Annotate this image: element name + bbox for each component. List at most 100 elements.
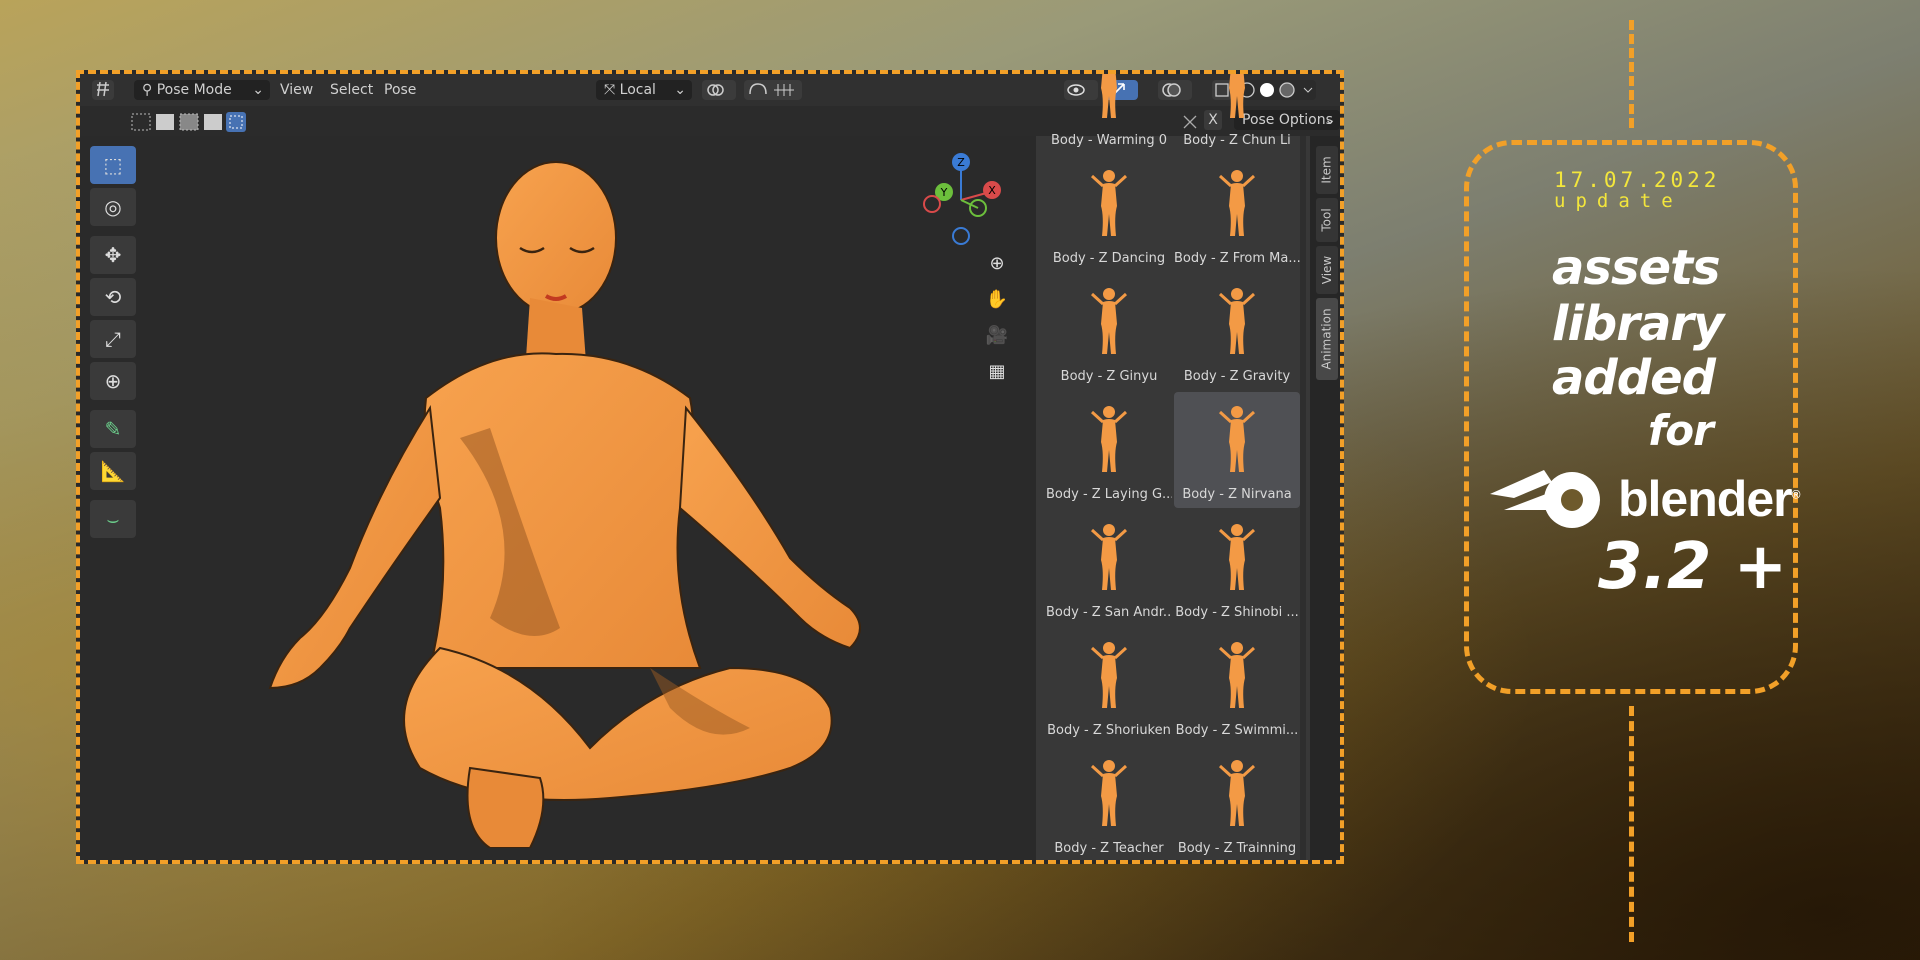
transform-icon: ⊕ bbox=[104, 369, 122, 393]
pose-thumbnail-icon bbox=[1090, 288, 1128, 354]
cursor-tool[interactable]: ◎ bbox=[90, 188, 136, 226]
zoom-icon[interactable]: ⊕ bbox=[982, 248, 1012, 278]
navigation-gizmo[interactable]: Z X Y bbox=[916, 150, 1006, 250]
pose-thumbnail-icon bbox=[1090, 170, 1128, 236]
pose-thumbnail-icon bbox=[1090, 642, 1128, 708]
sidebar-tabs: Item Tool View Animation bbox=[1310, 136, 1340, 860]
blender-window: ⚲ Pose Mode ⌄ View Select Pose ⤧ Local ⌄ bbox=[76, 70, 1344, 864]
gizmo-z-label: Z bbox=[957, 156, 965, 169]
asset-label: Body - Z Swimmi... bbox=[1175, 723, 1299, 738]
menu-select[interactable]: Select bbox=[330, 80, 373, 100]
transform-orientation-dropdown[interactable]: ⤧ Local ⌄ bbox=[596, 80, 692, 100]
grid-icon[interactable]: ▦ bbox=[982, 356, 1012, 386]
tab-animation[interactable]: Animation bbox=[1316, 298, 1338, 380]
menu-view[interactable]: View bbox=[280, 80, 313, 100]
rotate-icon: ⟲ bbox=[104, 285, 122, 309]
asset-label: Body - Z Dancing bbox=[1052, 251, 1166, 266]
pencil-icon: ✎ bbox=[104, 417, 122, 441]
registered-mark: ® bbox=[1791, 487, 1801, 502]
posed-character bbox=[268, 161, 861, 848]
asset-label: Body - Warming 0 bbox=[1050, 133, 1168, 148]
promo-line-library: library bbox=[1552, 296, 1724, 352]
promo-update: update bbox=[1554, 190, 1683, 212]
curve-icon: ⌣ bbox=[106, 507, 120, 531]
promo-line-for: for bbox=[1648, 406, 1714, 455]
asset-label: Body - Z Nirvana bbox=[1182, 487, 1292, 502]
asset-label: Body - Z From Ma... bbox=[1174, 251, 1300, 266]
pose-thumbnail-icon bbox=[1218, 524, 1256, 590]
gizmo-x-label: X bbox=[988, 184, 996, 197]
annotate-tool[interactable]: ✎ bbox=[90, 410, 136, 448]
move-tool[interactable]: ✥ bbox=[90, 236, 136, 274]
asset-label: Body - Z Laying G... bbox=[1046, 487, 1172, 502]
pose-thumbnail-icon bbox=[1101, 74, 1117, 118]
chevron-down-icon: ⌄ bbox=[674, 82, 686, 98]
cursor-icon: ⬚ bbox=[103, 153, 123, 177]
asset-label: Body - Z Gravity bbox=[1183, 369, 1291, 384]
chevron-down-icon: ⌄ bbox=[1324, 112, 1336, 128]
asset-item[interactable]: Body - Z From Ma... bbox=[1174, 156, 1300, 272]
pose-thumbnail-icon bbox=[1229, 74, 1245, 118]
toolbar: ⬚ ◎ ✥ ⟲ ⤢ ⊕ ✎ 📐 ⌣ bbox=[90, 146, 138, 542]
asset-label: Body - Z San Andr... bbox=[1046, 605, 1172, 620]
asset-label: Body - Z Shinobi ... bbox=[1175, 605, 1299, 620]
selection-mode-icons[interactable] bbox=[130, 112, 246, 132]
asset-item[interactable]: Body - Z Teacher bbox=[1046, 746, 1172, 860]
editor-type-icon[interactable] bbox=[92, 80, 114, 100]
tab-item[interactable]: Item bbox=[1316, 146, 1338, 194]
scale-tool[interactable]: ⤢ bbox=[90, 320, 136, 358]
asset-label: Body - Z Chun Li bbox=[1183, 133, 1291, 148]
promo-frame bbox=[1464, 140, 1798, 694]
asset-item[interactable]: Body - Z Ginyu bbox=[1046, 274, 1172, 390]
blender-version: 3.2 + bbox=[1598, 530, 1788, 604]
select-box-tool[interactable]: ⬚ bbox=[90, 146, 136, 184]
menu-pose[interactable]: Pose bbox=[384, 80, 416, 100]
asset-item[interactable]: Body - Z Laying G... bbox=[1046, 392, 1172, 508]
mode-dropdown[interactable]: ⚲ Pose Mode ⌄ bbox=[134, 80, 270, 100]
asset-label: Body - Z Shoriuken bbox=[1047, 723, 1171, 738]
asset-item[interactable]: Body - Z Trainning bbox=[1174, 746, 1300, 860]
orientation-icon: ⤧ bbox=[604, 82, 620, 98]
asset-item[interactable]: Body - Z San Andr... bbox=[1046, 510, 1172, 626]
asset-item[interactable]: Body - Z Gravity bbox=[1174, 274, 1300, 390]
dashed-connector-bottom bbox=[1629, 706, 1634, 942]
asset-item[interactable]: Body - Warming 0 bbox=[1046, 74, 1172, 154]
chevron-down-icon: ⌄ bbox=[252, 82, 264, 98]
pose-breakdowner-tool[interactable]: ⌣ bbox=[90, 500, 136, 538]
asset-label: Body - Z Teacher bbox=[1054, 841, 1164, 856]
move-icon: ✥ bbox=[104, 243, 122, 267]
mode-label: Pose Mode bbox=[156, 82, 232, 98]
transform-tool[interactable]: ⊕ bbox=[90, 362, 136, 400]
pose-thumbnail-icon bbox=[1218, 642, 1256, 708]
pose-thumbnail-icon bbox=[1090, 760, 1128, 826]
pose-thumbnail-icon bbox=[1090, 406, 1128, 472]
asset-item[interactable]: Body - Z Chun Li bbox=[1174, 74, 1300, 154]
tab-tool[interactable]: Tool bbox=[1316, 198, 1338, 242]
scale-icon: ⤢ bbox=[105, 327, 121, 351]
blender-logo-icon bbox=[1490, 470, 1600, 528]
scrollbar[interactable] bbox=[1300, 136, 1306, 860]
promo-date: 17.07.2022 bbox=[1554, 168, 1721, 192]
promo-line-added: added bbox=[1552, 350, 1716, 406]
3d-viewport[interactable]: ⬚ ◎ ✥ ⟲ ⤢ ⊕ ✎ 📐 ⌣ Z X Y ⊕ ✋ 🎥 ▦ bbox=[80, 136, 1036, 860]
asset-item[interactable]: Body - Z Shoriuken bbox=[1046, 628, 1172, 744]
pan-hand-icon[interactable]: ✋ bbox=[982, 284, 1012, 314]
asset-label: Body - Z Ginyu bbox=[1060, 369, 1158, 384]
asset-item[interactable]: Body - Z Swimmi... bbox=[1174, 628, 1300, 744]
measure-tool[interactable]: 📐 bbox=[90, 452, 136, 490]
pivot-point-icon[interactable] bbox=[702, 80, 736, 100]
promo-line-assets: assets bbox=[1552, 240, 1721, 296]
pose-thumbnail-icon bbox=[1218, 406, 1256, 472]
pose-thumbnail-icon bbox=[1090, 524, 1128, 590]
camera-icon[interactable]: 🎥 bbox=[982, 320, 1012, 350]
tab-view[interactable]: View bbox=[1316, 246, 1338, 294]
asset-item[interactable]: Body - Z Nirvana bbox=[1174, 392, 1300, 508]
pose-thumbnail-icon bbox=[1218, 170, 1256, 236]
snapping-icon[interactable] bbox=[744, 80, 802, 100]
asset-item[interactable]: Body - Z Shinobi ... bbox=[1174, 510, 1300, 626]
ruler-icon: 📐 bbox=[100, 459, 126, 483]
asset-item[interactable]: Body - Z Dancing bbox=[1046, 156, 1172, 272]
rotate-tool[interactable]: ⟲ bbox=[90, 278, 136, 316]
pose-mode-icon: ⚲ bbox=[142, 82, 157, 98]
blender-wordmark: blender bbox=[1618, 471, 1793, 527]
